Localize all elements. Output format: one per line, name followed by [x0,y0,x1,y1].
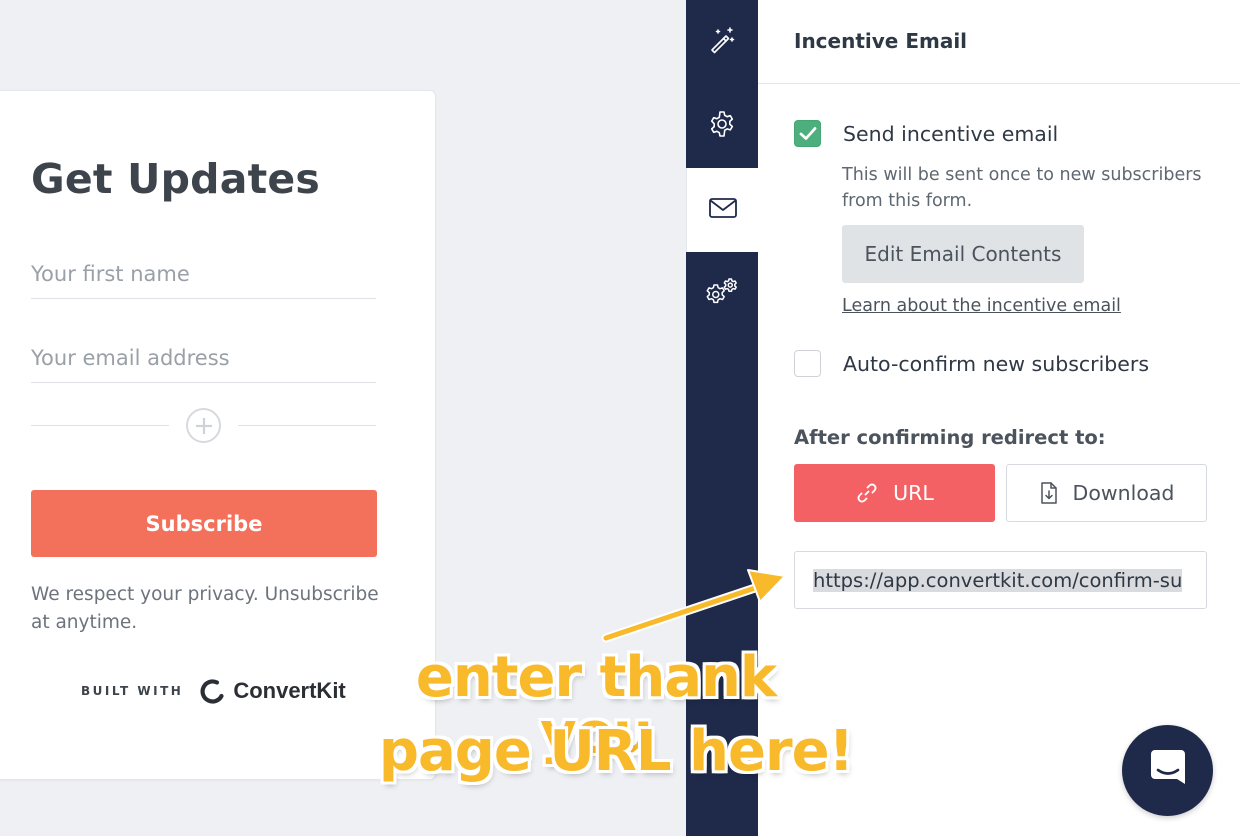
privacy-text: We respect your privacy. Unsubscribe at … [31,584,379,633]
convertkit-logo-icon [200,679,224,704]
convertkit-logo: ConvertKit [197,676,346,706]
redirect-label: After confirming redirect to: [794,426,1106,449]
nav-advanced-settings[interactable] [686,252,758,336]
form-title: Get Updates [31,155,320,203]
built-with-badge[interactable]: BUILT WITH ConvertKit [81,675,346,707]
divider [31,425,169,426]
built-with-label: BUILT WITH [81,684,184,698]
link-icon [855,481,879,505]
incentive-description: This will be sent once to new subscriber… [842,165,1202,211]
chat-launcher-button[interactable] [1122,725,1213,816]
redirect-download-label: Download [1072,481,1175,505]
envelope-icon [708,196,738,224]
auto-confirm-row: Auto-confirm new subscribers [794,350,1149,377]
file-download-icon [1039,481,1059,505]
learn-incentive-link[interactable]: Learn about the incentive email [842,296,1121,316]
gears-icon [704,277,740,311]
auto-confirm-checkbox[interactable] [794,350,821,377]
redirect-url-button[interactable]: URL [794,464,995,522]
redirect-download-button[interactable]: Download [1006,464,1207,522]
send-incentive-checkbox[interactable] [794,120,821,147]
auto-confirm-label[interactable]: Auto-confirm new subscribers [843,352,1149,376]
magic-wand-icon [707,25,737,59]
panel-header: Incentive Email [758,0,1240,84]
send-incentive-row: Send incentive email [794,120,1058,147]
plus-icon [188,410,219,441]
divider [238,425,376,426]
first-name-input[interactable] [31,249,376,299]
convertkit-brand-name: ConvertKit [233,678,346,703]
redirect-url-value: https://app.convertkit.com/confirm-su [813,568,1183,592]
add-field-button[interactable] [186,408,221,443]
subscribe-button[interactable]: Subscribe [31,490,377,557]
nav-appearance[interactable] [686,0,758,84]
redirect-url-input[interactable]: https://app.convertkit.com/confirm-su [794,551,1207,609]
send-incentive-label[interactable]: Send incentive email [843,122,1058,146]
nav-settings[interactable] [686,84,758,168]
checkmark-icon [799,127,816,140]
nav-incentive-email[interactable] [686,168,758,252]
edit-email-contents-button[interactable]: Edit Email Contents [842,225,1084,283]
add-field-row [31,408,376,444]
email-input[interactable] [31,333,376,383]
chat-icon [1145,746,1191,796]
annotation-line-2: page URL here! [378,719,854,784]
redirect-url-label: URL [893,481,934,505]
panel-title: Incentive Email [794,29,968,53]
gear-icon [707,109,737,143]
